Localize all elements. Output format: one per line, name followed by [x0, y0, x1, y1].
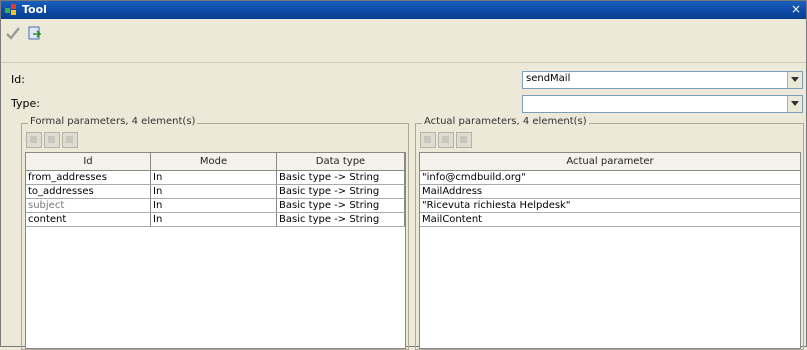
cell-actual-parameter: "info@cmdbuild.org": [422, 172, 526, 183]
table-row[interactable]: "Ricevuta richiesta Helpdesk": [420, 199, 800, 213]
actual-parameters-legend: Actual parameters, 4 element(s): [422, 116, 589, 127]
tool-app-icon: [5, 3, 18, 16]
cell-data-type: Basic type -> String: [277, 185, 405, 198]
edit-actual-parameter-button[interactable]: [438, 132, 454, 148]
table-row[interactable]: MailContent: [420, 213, 800, 227]
tool-window: Tool × Id: sendMail Type: Formal paramet…: [0, 0, 807, 350]
column-header-actual-parameter[interactable]: Actual parameter: [420, 153, 800, 170]
column-header-mode[interactable]: Mode: [151, 153, 277, 170]
cell-mode: In: [151, 199, 277, 212]
cell-data-type: Basic type -> String: [277, 171, 405, 184]
cell-actual-parameter: MailContent: [422, 214, 483, 225]
formal-parameters-legend: Formal parameters, 4 element(s): [28, 116, 198, 127]
cell-id: to_addresses: [26, 185, 151, 198]
actual-parameters-table: Actual parameter "info@cmdbuild.org" Mai…: [419, 152, 801, 349]
table-row[interactable]: to_addresses In Basic type -> String: [26, 185, 405, 199]
cell-id: subject: [26, 199, 151, 212]
export-icon[interactable]: [25, 23, 45, 43]
cell-actual-parameter: MailAddress: [422, 186, 483, 197]
formal-parameters-group: Formal parameters, 4 element(s) Id Mode …: [21, 116, 409, 350]
cell-mode: In: [151, 171, 277, 184]
formal-parameters-table: Id Mode Data type from_addresses In Basi…: [25, 152, 406, 349]
table-row[interactable]: MailAddress: [420, 185, 800, 199]
id-label: Id:: [11, 73, 25, 86]
toolbar: [1, 20, 806, 63]
id-value: sendMail: [526, 73, 571, 84]
title-bar[interactable]: Tool ×: [1, 1, 806, 19]
cell-data-type: Basic type -> String: [277, 213, 405, 226]
column-header-id[interactable]: Id: [26, 153, 151, 170]
table-row[interactable]: "info@cmdbuild.org": [420, 171, 800, 185]
add-actual-parameter-button[interactable]: [420, 132, 436, 148]
cell-id: content: [26, 213, 151, 226]
cell-mode: In: [151, 185, 277, 198]
chevron-down-icon[interactable]: [787, 96, 802, 112]
actual-table-body: "info@cmdbuild.org" MailAddress "Ricevut…: [420, 171, 800, 227]
cell-id: from_addresses: [26, 171, 151, 184]
id-combo[interactable]: sendMail: [522, 71, 803, 89]
delete-actual-parameter-button[interactable]: [456, 132, 472, 148]
add-formal-parameter-button[interactable]: [26, 132, 42, 148]
cell-data-type: Basic type -> String: [277, 199, 405, 212]
column-header-data-type[interactable]: Data type: [277, 153, 405, 170]
formal-table-header: Id Mode Data type: [26, 153, 405, 171]
actual-table-header: Actual parameter: [420, 153, 800, 171]
table-row[interactable]: subject In Basic type -> String: [26, 199, 405, 213]
actual-parameters-group: Actual parameters, 4 element(s) Actual p…: [415, 116, 804, 350]
window-title: Tool: [22, 3, 47, 16]
type-label: Type:: [11, 97, 40, 110]
check-icon[interactable]: [3, 23, 23, 43]
formal-table-body: from_addresses In Basic type -> String t…: [26, 171, 405, 227]
cell-mode: In: [151, 213, 277, 226]
cell-actual-parameter: "Ricevuta richiesta Helpdesk": [422, 200, 571, 211]
chevron-down-icon[interactable]: [787, 72, 802, 88]
table-row[interactable]: content In Basic type -> String: [26, 213, 405, 227]
delete-formal-parameter-button[interactable]: [62, 132, 78, 148]
type-combo[interactable]: [522, 95, 803, 113]
table-row[interactable]: from_addresses In Basic type -> String: [26, 171, 405, 185]
edit-formal-parameter-button[interactable]: [44, 132, 60, 148]
close-button[interactable]: ×: [789, 2, 803, 16]
